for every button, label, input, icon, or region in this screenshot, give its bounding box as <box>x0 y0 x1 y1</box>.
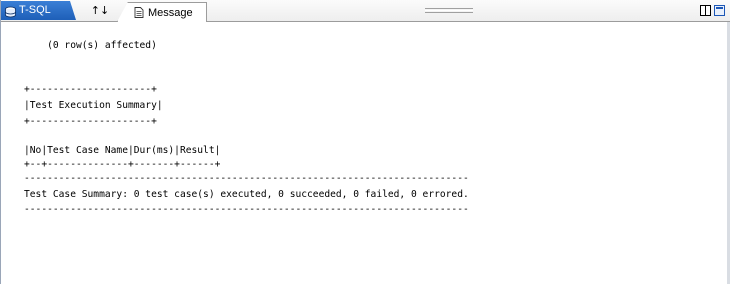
sort-arrows-icon: ↑↓ <box>90 4 110 17</box>
tile-view-icon[interactable] <box>700 5 711 16</box>
message-output-panel[interactable]: (0 row(s) affected) +-------------------… <box>1 22 728 284</box>
tab-sort[interactable]: ↑↓ <box>79 1 121 20</box>
rows-affected-line: (0 row(s) affected) <box>24 40 157 51</box>
tab-tsql-label: T-SQL <box>19 4 51 16</box>
summary-rule-bottom: ----------------------------------------… <box>24 204 469 215</box>
tab-message-label: Message <box>148 6 193 19</box>
tab-bar: T-SQL ↑↓ Message <box>1 0 730 22</box>
splitter-grip[interactable] <box>425 8 473 13</box>
database-icon <box>4 5 17 17</box>
results-window: T-SQL ↑↓ Message (0 row(s) affected) +--… <box>0 0 730 284</box>
summary-rule-top: ----------------------------------------… <box>24 173 469 184</box>
results-table-separator: +--+--------------+-------+------+ <box>24 159 221 170</box>
tab-tsql[interactable]: T-SQL <box>1 1 76 20</box>
test-case-summary-line: Test Case Summary: 0 test case(s) execut… <box>24 189 469 200</box>
tab-message[interactable]: Message <box>117 2 207 22</box>
summary-box-top: +---------------------+ <box>24 84 157 95</box>
results-table-header: |No|Test Case Name|Dur(ms)|Result| <box>24 145 221 156</box>
summary-box-bottom: +---------------------+ <box>24 116 157 127</box>
summary-box-title: |Test Execution Summary| <box>24 100 163 111</box>
document-icon <box>134 7 144 18</box>
maximize-view-icon[interactable] <box>714 5 725 16</box>
